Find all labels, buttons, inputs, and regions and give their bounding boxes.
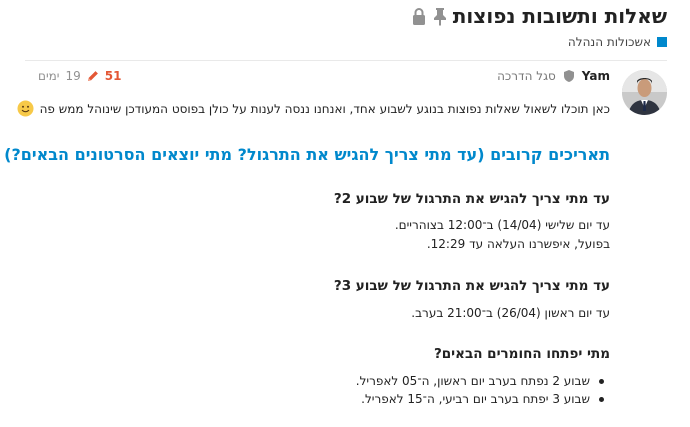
header-divider: [25, 60, 667, 61]
bullet-dot: [599, 379, 604, 384]
user-title: סגל הדרכה: [497, 69, 556, 83]
lock-icon: [411, 6, 427, 26]
list-item: שבוע 2 נפתח בערב יום ראשון, ה־05 לאפריל.: [355, 374, 604, 388]
post-age[interactable]: 19: [65, 69, 80, 83]
topic-title[interactable]: שאלות ותשובות נפוצות: [453, 4, 667, 28]
intro-text: כאן תוכלו לשאול שאלות נפוצות בנוגע לשבוע…: [39, 101, 610, 116]
answer-line: עד יום ראשון (26/04) ב־21:00 בערב.: [411, 306, 610, 320]
category-name[interactable]: אשכולות הנהלה: [568, 35, 651, 49]
shield-icon: [563, 70, 574, 82]
topic-header: שאלות ותשובות נפוצות: [411, 4, 667, 28]
post-author: Yam סגל הדרכה: [497, 69, 610, 83]
post-age-unit: ימים: [38, 69, 60, 83]
question-heading: עד מתי צריך להגיש את התרגול של שבוע 3?: [333, 278, 610, 294]
post-intro: כאן תוכלו לשאול שאלות נפוצות בנוגע לשבוע…: [17, 100, 610, 117]
post-meta: ימים 19 51: [38, 69, 121, 83]
answer-line: עד יום שלישי (14/04) ב־12:00 בצוהריים.: [394, 218, 610, 232]
section-heading: תאריכים קרובים (עד מתי צריך להגיש את התר…: [4, 145, 610, 164]
slightly-smiling-face-icon: [17, 100, 34, 117]
list-item: שבוע 3 יפתח בערב יום רביעי, ה־15 לאפריל.: [361, 392, 604, 406]
pin-icon: [433, 6, 447, 26]
list-item-text: שבוע 2 נפתח בערב יום ראשון, ה־05 לאפריל.: [355, 374, 590, 388]
question-heading: עד מתי צריך להגיש את התרגול של שבוע 2?: [333, 191, 610, 207]
topic-category[interactable]: אשכולות הנהלה: [568, 35, 667, 49]
category-badge-square: [657, 37, 667, 47]
username[interactable]: Yam: [582, 69, 610, 83]
list-item-text: שבוע 3 יפתח בערב יום רביעי, ה־15 לאפריל.: [361, 392, 590, 406]
edit-count[interactable]: 51: [105, 69, 122, 83]
pencil-icon: [87, 70, 99, 82]
answer-line: בפועל, איפשרנו העלאה עד 12:29.: [426, 237, 610, 251]
avatar[interactable]: [622, 70, 667, 115]
bullet-dot: [599, 397, 604, 402]
question-heading: מתי יפתחו החומרים הבאים?: [433, 346, 610, 362]
